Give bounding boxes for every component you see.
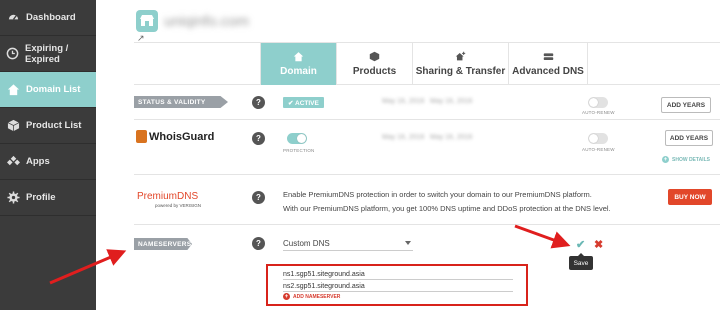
- sidebar-item-label: Dashboard: [26, 12, 76, 23]
- plus-icon: +: [283, 293, 290, 300]
- premiumdns-description-2: With our PremiumDNS platform, you get 10…: [283, 204, 611, 213]
- help-icon[interactable]: ?: [252, 237, 265, 250]
- add-years-button[interactable]: ADD YEARS: [661, 97, 711, 113]
- autorenew-toggle[interactable]: [588, 133, 608, 144]
- help-icon[interactable]: ?: [252, 96, 265, 109]
- tab-products[interactable]: Products: [336, 43, 412, 85]
- arrow-to-save: [514, 224, 571, 249]
- dns-type-select[interactable]: Custom DNS: [283, 237, 413, 251]
- nameservers-section-label: NAMESERVERS: [134, 238, 192, 250]
- premiumdns-sub: powered by VERISIGN: [155, 203, 202, 208]
- tab-label: Domain: [280, 66, 317, 77]
- status-date-to: May 16, 2016: [430, 98, 473, 105]
- autorenew-toggle[interactable]: [588, 97, 608, 108]
- whoisguard-date-from: May 16, 2016: [382, 134, 425, 141]
- clock-icon: [6, 47, 19, 61]
- sidebar-item-label: Profile: [26, 192, 56, 203]
- sidebar-item-product-list[interactable]: Product List: [0, 108, 96, 144]
- chevron-down-icon: [405, 241, 411, 245]
- cancel-x-button[interactable]: ✖: [594, 238, 603, 251]
- help-icon[interactable]: ?: [252, 132, 265, 145]
- dashboard-icon: [6, 11, 20, 25]
- user-plus-icon: [455, 51, 466, 61]
- save-check-button[interactable]: ✔: [576, 238, 585, 251]
- divider: [134, 174, 720, 175]
- sidebar-item-label: Product List: [26, 120, 82, 131]
- add-nameserver-button[interactable]: + ADD NAMESERVER: [283, 293, 340, 300]
- sidebar-item-label: Expiring / Expired: [25, 42, 69, 65]
- protection-toggle[interactable]: [287, 133, 307, 144]
- domain-header: uniqinfo.com: [136, 10, 249, 32]
- help-icon[interactable]: ?: [252, 191, 265, 204]
- gear-icon: [6, 191, 20, 205]
- nameserver-input-1[interactable]: ns1.sgp51.siteground.asia: [283, 269, 513, 280]
- add-nameserver-label: ADD NAMESERVER: [293, 293, 341, 300]
- dns-type-value: Custom DNS: [283, 239, 330, 248]
- plus-icon: +: [662, 156, 669, 163]
- domain-name: uniqinfo.com: [164, 12, 250, 30]
- box-icon: [6, 119, 20, 133]
- lock-icon: [136, 130, 147, 143]
- save-tooltip: Save: [569, 253, 593, 270]
- divider: [134, 119, 720, 120]
- premiumdns-description-1: Enable PremiumDNS protection in order to…: [283, 190, 592, 199]
- status-section-label: STATUS & VALIDITY: [134, 96, 228, 108]
- tab-advanced-dns[interactable]: Advanced DNS: [508, 43, 588, 85]
- whoisguard-date-to: May 16, 2016: [430, 134, 473, 141]
- buy-now-button[interactable]: BUY NOW: [668, 189, 712, 205]
- sidebar-item-profile[interactable]: Profile: [0, 180, 96, 216]
- sidebar-item-dashboard[interactable]: Dashboard: [0, 0, 96, 36]
- domain-store-icon: [136, 10, 158, 32]
- sidebar-item-label: Apps: [26, 156, 50, 167]
- sidebar-item-domain-list[interactable]: Domain List: [0, 72, 96, 108]
- tab-bar: Domain Products Sharing & Transfer Advan…: [134, 42, 720, 85]
- nameserver-input-2[interactable]: ns2.sgp51.siteground.asia: [283, 281, 513, 292]
- show-details-label: SHOW DETAILS: [672, 156, 710, 163]
- add-years-button[interactable]: ADD YEARS: [665, 130, 713, 146]
- status-badge: ✔ ACTIVE: [283, 97, 324, 108]
- sidebar-item-label: Domain List: [26, 84, 81, 95]
- tab-sharing-transfer[interactable]: Sharing & Transfer: [412, 43, 508, 85]
- box-icon: [369, 51, 380, 62]
- server-icon: [543, 53, 553, 61]
- divider: [134, 224, 720, 225]
- status-date-from: May 16, 2016: [382, 98, 425, 105]
- tab-label: Advanced DNS: [512, 66, 584, 77]
- whoisguard-logo: WhoisGuard: [136, 130, 214, 143]
- tab-label: Sharing & Transfer: [415, 66, 506, 77]
- whoisguard-name: WhoisGuard: [149, 130, 215, 143]
- autorenew-label: AUTO-RENEW: [582, 147, 615, 152]
- tab-label: Products: [352, 66, 397, 77]
- nameserver-list: ns1.sgp51.siteground.asia ns2.sgp51.site…: [266, 264, 528, 306]
- apps-icon: [6, 155, 20, 169]
- protection-label: PROTECTION: [283, 148, 315, 153]
- show-details-link[interactable]: + SHOW DETAILS: [662, 156, 710, 163]
- tab-domain[interactable]: Domain: [260, 43, 336, 85]
- sidebar-item-apps[interactable]: Apps: [0, 144, 96, 180]
- home-icon: [6, 83, 20, 97]
- premiumdns-logo: PremiumDNS: [137, 191, 199, 202]
- autorenew-label: AUTO-RENEW: [582, 110, 615, 115]
- sidebar-item-expiring[interactable]: Expiring / Expired: [0, 36, 96, 72]
- home-icon: [293, 52, 304, 62]
- sidebar: Dashboard Expiring / Expired Domain List…: [0, 0, 96, 310]
